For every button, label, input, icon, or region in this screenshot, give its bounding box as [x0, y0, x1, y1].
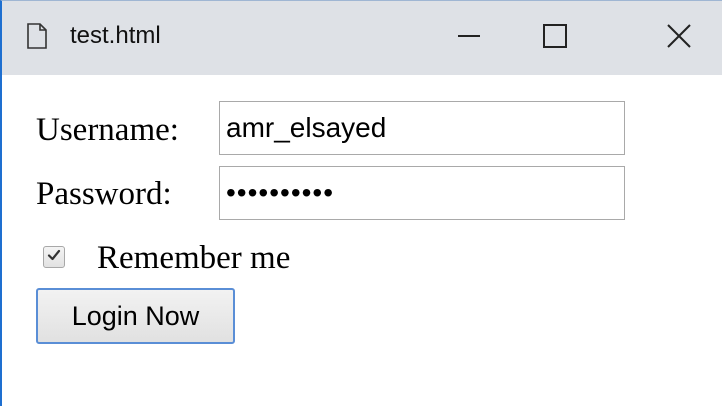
remember-me-label[interactable]: Remember me — [97, 238, 290, 278]
minimize-icon — [457, 24, 481, 53]
window-title: test.html — [70, 22, 161, 49]
title-bar[interactable]: test.html — [2, 1, 722, 75]
minimize-button[interactable] — [426, 1, 512, 75]
username-label: Username: — [36, 112, 179, 148]
login-button[interactable]: Login Now — [36, 288, 235, 344]
password-input[interactable] — [219, 166, 625, 220]
page-content: Username: Password: Remember me Login No… — [2, 75, 722, 406]
maximize-icon — [543, 23, 567, 53]
checkmark-icon — [47, 248, 61, 267]
username-input[interactable] — [219, 101, 625, 155]
document-icon — [27, 23, 47, 49]
remember-me-checkbox[interactable] — [43, 246, 65, 268]
password-label: Password: — [36, 176, 172, 212]
browser-window: test.html Username: amr_elsayed Password… — [0, 0, 722, 406]
close-button[interactable] — [636, 1, 722, 75]
maximize-button[interactable] — [512, 1, 598, 75]
close-icon — [666, 23, 692, 54]
